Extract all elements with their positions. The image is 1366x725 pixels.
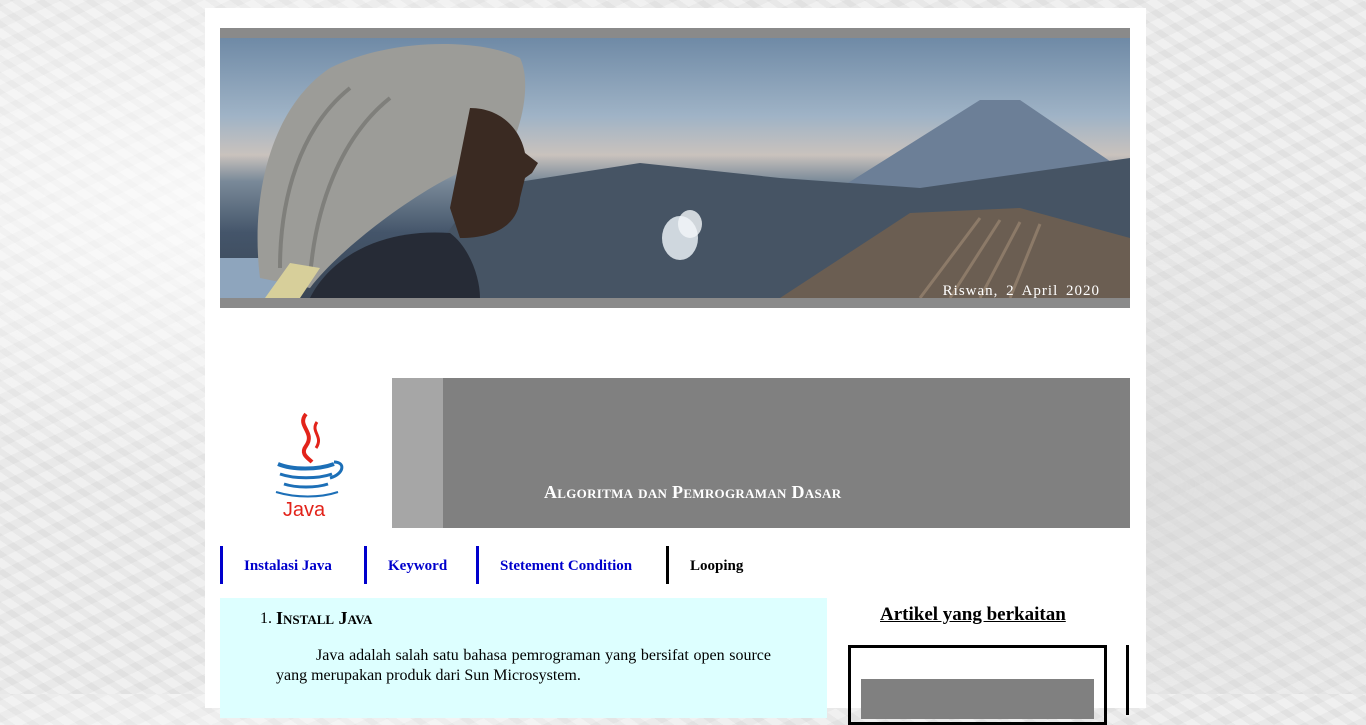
nav-statement-condition[interactable]: Stetement Condition <box>476 546 668 584</box>
article-paragraph: Java adalah salah satu bahasa pemrograma… <box>276 647 771 684</box>
sidebar-box <box>848 645 1107 725</box>
nav-keyword[interactable]: Keyword <box>364 546 477 584</box>
list-number: 1. <box>260 610 272 627</box>
title-strip <box>392 378 443 528</box>
title-banner: Algoritma dan Pemrograman Dasar <box>392 378 1130 528</box>
sidebar-divider <box>1126 645 1129 715</box>
site-title: Algoritma dan Pemrograman Dasar <box>544 482 842 502</box>
nav-looping[interactable]: Looping <box>666 546 786 584</box>
main-nav: Instalasi Java Keyword Stetement Conditi… <box>220 546 1130 584</box>
header-banner: Riswan, 2 April 2020 <box>220 28 1130 308</box>
sidebar-title: Artikel yang berkaitan <box>880 604 1066 625</box>
java-logo: Java <box>220 378 392 528</box>
logo-text: Java <box>283 499 326 521</box>
article-heading: Install Java <box>276 608 373 628</box>
banner-photo <box>220 38 1130 298</box>
article-content: 1. Install Java Java adalah salah satu b… <box>220 598 827 718</box>
nav-instalasi-java[interactable]: Instalasi Java <box>220 546 365 584</box>
banner-caption: Riswan, 2 April 2020 <box>942 283 1100 299</box>
page-container: Riswan, 2 April 2020 Java Algoritma dan … <box>205 8 1146 725</box>
sidebar-item[interactable] <box>861 679 1094 719</box>
java-icon: Java <box>275 412 344 521</box>
